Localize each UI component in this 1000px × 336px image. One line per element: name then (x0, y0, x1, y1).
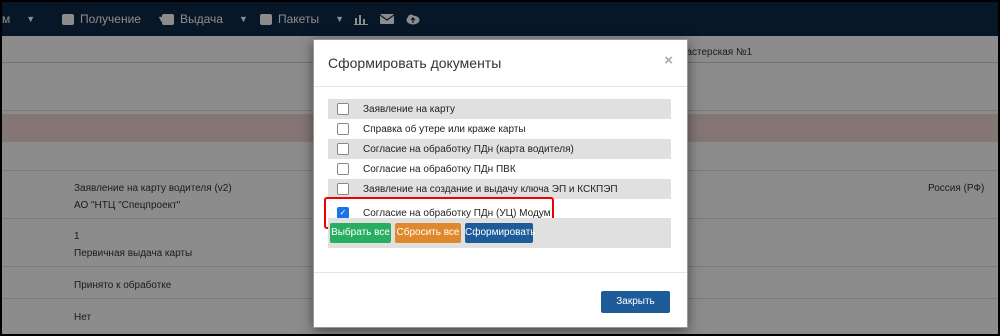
document-item[interactable]: Заявление на карту (328, 99, 671, 119)
document-label: Справка об утере или краже карты (363, 123, 526, 135)
dialog-footer-divider (314, 272, 687, 273)
checkbox[interactable] (337, 163, 349, 175)
close-icon[interactable]: × (664, 52, 673, 69)
document-label: Согласие на обработку ПДн (УЦ) Модум (363, 207, 551, 219)
document-label: Согласие на обработку ПДн (карта водител… (363, 143, 574, 155)
document-item[interactable]: Согласие на обработку ПДн (карта водител… (328, 139, 671, 159)
checkbox[interactable] (337, 103, 349, 115)
screen: м ▼ Получение ▼ Выдача ▼ Пакеты ▼ (0, 0, 1000, 336)
document-label: Заявление на карту (363, 103, 455, 115)
generate-documents-dialog: Сформировать документы × Заявление на ка… (313, 39, 688, 328)
dialog-header: Сформировать документы × (314, 40, 687, 87)
select-all-button[interactable]: Выбрать все (330, 223, 391, 243)
checkbox[interactable] (337, 143, 349, 155)
checkbox[interactable] (337, 123, 349, 135)
document-label: Заявление на создание и выдачу ключа ЭП … (363, 183, 618, 195)
document-label: Согласие на обработку ПДн ПВК (363, 163, 516, 175)
checkbox[interactable] (337, 183, 349, 195)
document-item[interactable]: Согласие на обработку ПДн ПВК (328, 159, 671, 179)
generate-button[interactable]: Сформировать (465, 223, 536, 243)
reset-all-button[interactable]: Сбросить все (395, 223, 461, 243)
dialog-title: Сформировать документы (328, 55, 502, 71)
action-bar: Выбрать все Сбросить все Сформировать (328, 218, 671, 248)
document-list: Заявление на карту Справка об утере или … (328, 99, 671, 199)
document-item[interactable]: Справка об утере или краже карты (328, 119, 671, 139)
close-button[interactable]: Закрыть (601, 291, 670, 313)
document-item[interactable]: Заявление на создание и выдачу ключа ЭП … (328, 179, 671, 199)
